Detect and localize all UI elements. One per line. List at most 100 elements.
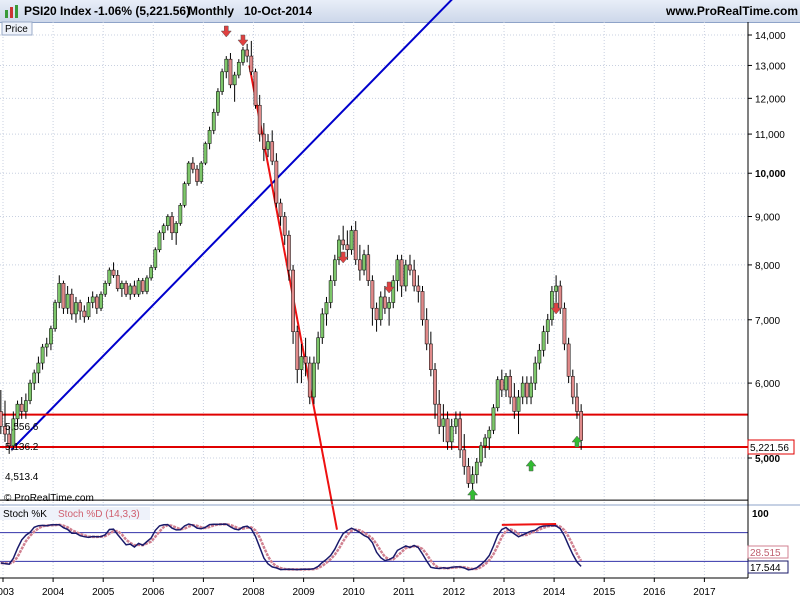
candle[interactable] <box>90 291 95 309</box>
candle[interactable] <box>44 337 49 357</box>
candle[interactable] <box>366 244 371 286</box>
candle[interactable] <box>140 277 145 295</box>
candle[interactable] <box>332 254 337 286</box>
candle[interactable] <box>374 302 379 332</box>
candle[interactable] <box>53 299 57 332</box>
candle[interactable] <box>153 247 158 271</box>
candle[interactable] <box>429 331 433 377</box>
candle[interactable] <box>74 296 78 323</box>
candle[interactable] <box>32 369 37 391</box>
candle[interactable] <box>491 404 496 435</box>
candle[interactable] <box>550 285 554 326</box>
candle[interactable] <box>191 157 195 174</box>
candle[interactable] <box>316 331 320 370</box>
candle[interactable] <box>86 296 91 320</box>
candle[interactable] <box>341 225 346 250</box>
candle[interactable] <box>0 390 3 435</box>
candles[interactable] <box>0 40 583 495</box>
candle[interactable] <box>182 181 187 208</box>
candle[interactable] <box>57 275 62 309</box>
candle[interactable] <box>36 356 41 384</box>
candle[interactable] <box>136 277 141 297</box>
candle[interactable] <box>95 294 99 314</box>
price-chart[interactable]: Price 5,556.6 5,136.2 4,513.4 © ProRealT… <box>0 0 800 600</box>
candle[interactable] <box>541 325 546 357</box>
candle[interactable] <box>504 372 508 398</box>
candle[interactable] <box>40 343 45 370</box>
candle[interactable] <box>479 441 483 467</box>
candle[interactable] <box>241 46 245 66</box>
candle[interactable] <box>49 325 53 351</box>
candle[interactable] <box>295 325 300 384</box>
candle[interactable] <box>199 161 204 184</box>
candle[interactable] <box>216 88 220 116</box>
candle[interactable] <box>445 411 450 450</box>
candle[interactable] <box>178 203 183 226</box>
candle[interactable] <box>232 71 237 102</box>
candle[interactable] <box>145 275 149 295</box>
candle[interactable] <box>575 383 579 419</box>
candle[interactable] <box>107 267 112 286</box>
candle[interactable] <box>270 130 275 166</box>
candle[interactable] <box>220 68 224 95</box>
candle[interactable] <box>320 308 325 344</box>
candle[interactable] <box>103 280 108 297</box>
candle[interactable] <box>566 337 571 384</box>
candle[interactable] <box>257 94 262 142</box>
candle[interactable] <box>362 249 366 276</box>
candle[interactable] <box>441 404 446 442</box>
candle[interactable] <box>416 275 421 303</box>
candle[interactable] <box>245 43 250 63</box>
candle[interactable] <box>554 275 558 303</box>
candle[interactable] <box>383 285 387 314</box>
candle[interactable] <box>328 275 333 309</box>
candle[interactable] <box>516 390 521 435</box>
candle[interactable] <box>495 376 500 412</box>
candle[interactable] <box>165 214 170 231</box>
candle[interactable] <box>458 411 462 458</box>
candle[interactable] <box>353 221 358 265</box>
candle[interactable] <box>529 376 533 405</box>
candle[interactable] <box>99 291 103 312</box>
candle[interactable] <box>378 291 383 326</box>
candle[interactable] <box>149 264 153 281</box>
candle[interactable] <box>387 296 391 326</box>
candle[interactable] <box>161 223 166 241</box>
candle[interactable] <box>236 59 241 79</box>
candle[interactable] <box>579 404 583 450</box>
candle[interactable] <box>282 211 287 245</box>
candle[interactable] <box>370 275 375 326</box>
candle[interactable] <box>499 369 504 398</box>
candle[interactable] <box>61 280 66 314</box>
candle[interactable] <box>403 259 408 292</box>
candle[interactable] <box>512 383 517 419</box>
candle[interactable] <box>186 161 191 186</box>
candle[interactable] <box>437 390 442 435</box>
candle[interactable] <box>358 244 362 281</box>
candle[interactable] <box>312 356 316 405</box>
candle[interactable] <box>525 376 529 405</box>
candle[interactable] <box>483 434 487 458</box>
candle[interactable] <box>508 369 513 405</box>
candle[interactable] <box>228 52 233 89</box>
candle[interactable] <box>170 211 174 241</box>
candle[interactable] <box>174 221 179 245</box>
candle[interactable] <box>449 418 454 450</box>
candle[interactable] <box>274 153 279 208</box>
candle[interactable] <box>249 40 254 76</box>
candle[interactable] <box>395 254 400 292</box>
candle[interactable] <box>157 230 162 253</box>
candle[interactable] <box>412 259 416 292</box>
candle[interactable] <box>207 126 212 150</box>
candle[interactable] <box>337 235 341 265</box>
candle[interactable] <box>120 280 124 297</box>
candle[interactable] <box>262 123 266 162</box>
candle[interactable] <box>28 379 32 405</box>
candle[interactable] <box>128 283 133 300</box>
candle[interactable] <box>474 458 479 484</box>
candle[interactable] <box>203 141 208 166</box>
candle[interactable] <box>537 343 542 370</box>
candle[interactable] <box>78 299 83 320</box>
candle[interactable] <box>420 285 425 326</box>
candle[interactable] <box>466 458 471 488</box>
